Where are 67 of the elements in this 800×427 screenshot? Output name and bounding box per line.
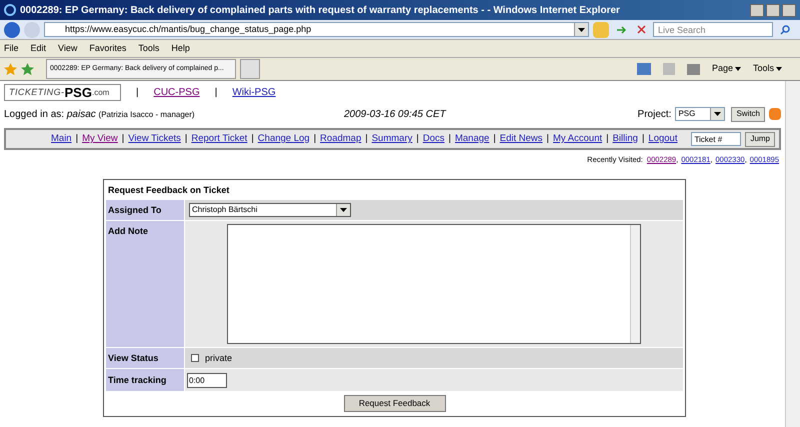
- login-info: Logged in as: paisac (Patrizia Isacco - manager): [4, 108, 196, 122]
- nav-link[interactable]: My Account: [553, 132, 602, 146]
- separator: |: [314, 132, 316, 146]
- separator: |: [251, 132, 254, 146]
- window-title: 0002289: EP Germany: Back delivery of complained parts with request of warranty replacements - - Windows Internet Explorer: [20, 4, 621, 18]
- command-button[interactable]: Page: [712, 62, 741, 76]
- address-field[interactable]: https://www.easycuc.ch/mantis/bug_change_status_page.php: [44, 22, 589, 37]
- separator: |: [493, 132, 496, 146]
- note-textarea[interactable]: [227, 224, 641, 344]
- separator: |: [606, 132, 609, 146]
- add-favorite-icon[interactable]: [21, 62, 34, 76]
- nav-link[interactable]: Main: [51, 132, 72, 146]
- separator: |: [546, 132, 550, 146]
- nav-link[interactable]: Change Log: [258, 132, 310, 146]
- request-feedback-button[interactable]: Request Feedback: [344, 394, 446, 412]
- nav-link[interactable]: My View: [82, 132, 118, 146]
- nav-link[interactable]: Logout: [648, 132, 678, 146]
- assignee-select[interactable]: Christoph Bärtschi: [189, 203, 351, 218]
- separator: |: [365, 132, 368, 146]
- separator: |: [184, 132, 188, 146]
- row-label: Assigned To: [106, 200, 184, 220]
- caret-icon: [734, 67, 741, 71]
- star-icon[interactable]: [4, 62, 17, 76]
- private-checkbox[interactable]: [191, 354, 199, 362]
- separator: |: [448, 132, 451, 146]
- header-link[interactable]: Wiki-PSG: [232, 85, 276, 100]
- row-label: Time tracking: [106, 369, 184, 392]
- menu-item[interactable]: Tools: [138, 42, 160, 56]
- private-label: private: [205, 352, 232, 365]
- back-icon[interactable]: [4, 22, 20, 38]
- separator: |: [122, 132, 124, 146]
- nav-link[interactable]: Docs: [422, 132, 444, 146]
- menu-item[interactable]: Help: [171, 42, 190, 56]
- nav-link[interactable]: Edit News: [500, 132, 543, 146]
- menu-item[interactable]: Favorites: [89, 42, 126, 56]
- scrollbar[interactable]: [785, 81, 800, 427]
- nav-link[interactable]: Manage: [454, 132, 490, 146]
- nav-link[interactable]: Billing: [612, 132, 638, 146]
- nav-link[interactable]: View Tickets: [128, 132, 181, 146]
- switch-button[interactable]: Switch: [731, 106, 765, 122]
- nav-link[interactable]: Roadmap: [320, 132, 362, 146]
- separator: |: [214, 86, 218, 100]
- date-time: 2009-03-16 09:45 CET: [344, 108, 446, 122]
- jump-button[interactable]: Jump: [745, 132, 775, 146]
- menu-item[interactable]: File: [4, 42, 19, 56]
- project-select[interactable]: PSG: [675, 107, 726, 121]
- search-field[interactable]: Live Search: [653, 22, 773, 37]
- separator: |: [642, 132, 644, 146]
- separator: |: [136, 86, 139, 100]
- separator: |: [416, 132, 419, 146]
- form-title: Request Feedback on Ticket: [107, 184, 230, 197]
- scrollbar[interactable]: [630, 225, 640, 344]
- nav-link[interactable]: Report Ticket: [191, 132, 248, 146]
- project-label: Project:: [638, 108, 672, 122]
- browser-icon: [4, 4, 16, 16]
- menu-item[interactable]: Edit: [30, 42, 46, 56]
- row-label: View Status: [106, 348, 184, 368]
- separator: |: [76, 132, 78, 146]
- menu-item[interactable]: View: [58, 42, 78, 56]
- row-label: Add Note: [106, 221, 184, 348]
- new-tab[interactable]: [240, 59, 260, 79]
- caret-icon: [776, 67, 782, 71]
- nav-link[interactable]: Summary: [372, 132, 412, 146]
- command-button[interactable]: Tools: [752, 62, 782, 76]
- header-link[interactable]: CUC-PSG: [154, 85, 200, 100]
- ticket-jump-field[interactable]: Ticket #: [691, 132, 742, 146]
- time-field[interactable]: 0:00: [187, 372, 227, 388]
